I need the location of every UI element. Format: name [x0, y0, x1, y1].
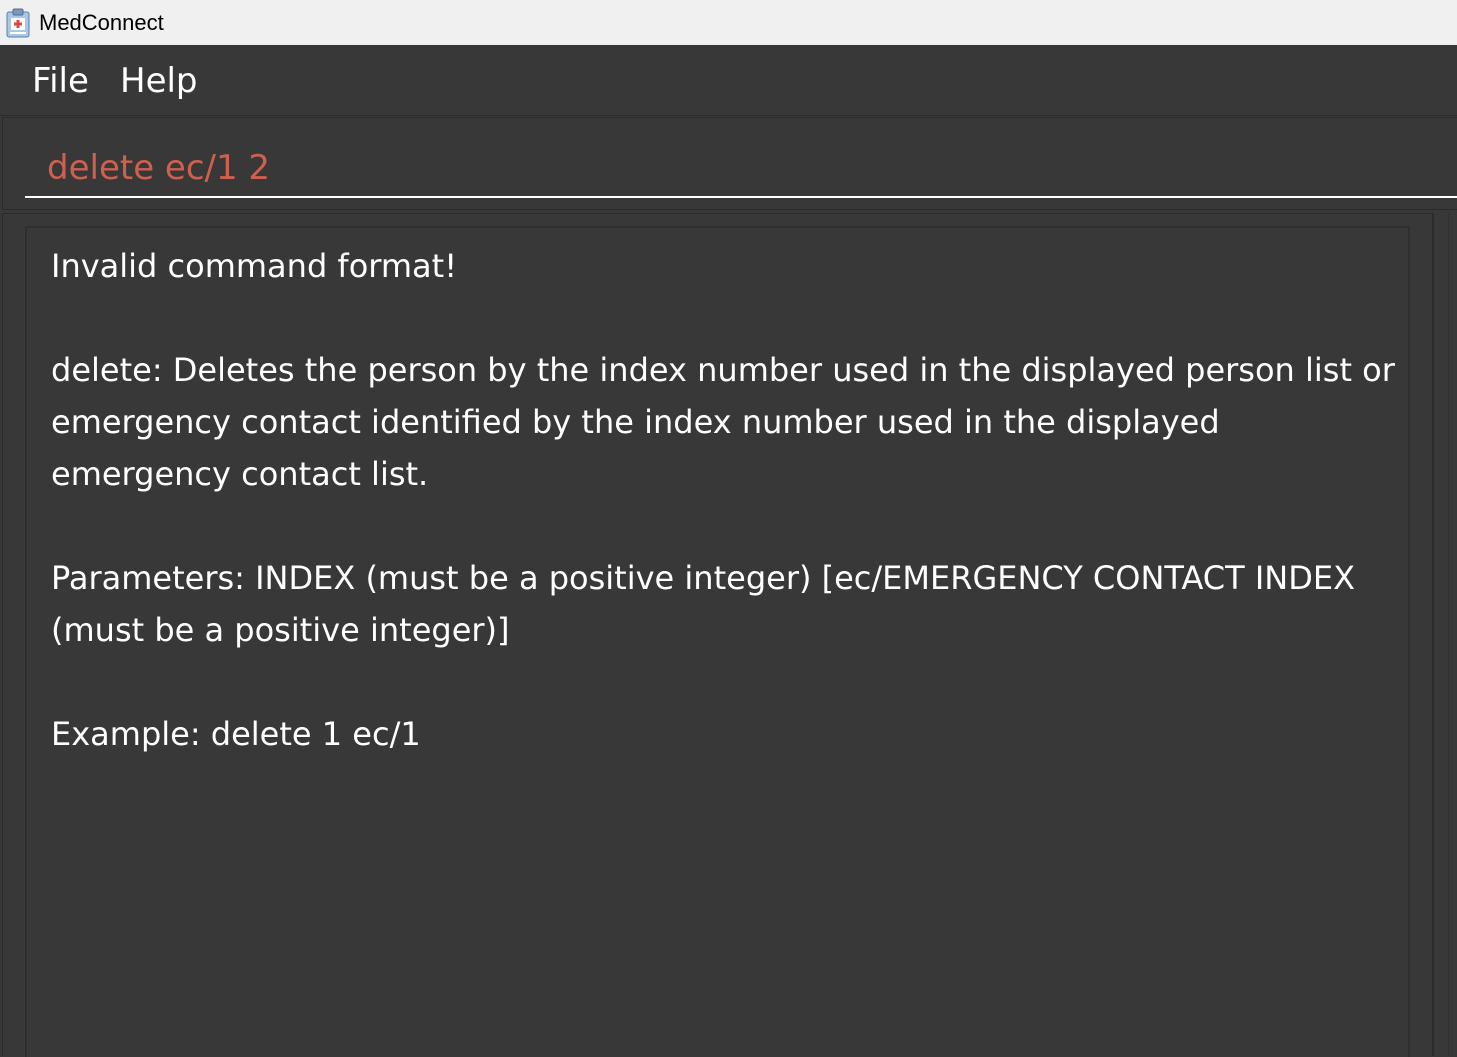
window-title: MedConnect [39, 10, 164, 35]
medical-clipboard-icon [6, 8, 30, 38]
result-display-panel: Invalid command format! delete: Deletes … [2, 213, 1433, 1057]
menu-help[interactable]: Help [120, 61, 198, 101]
side-panel [1433, 213, 1457, 1056]
command-box [2, 117, 1457, 210]
command-input[interactable] [25, 140, 1457, 198]
window-titlebar: MedConnect [0, 0, 1457, 45]
menu-bar: File Help [0, 45, 1457, 116]
result-message: Invalid command format! delete: Deletes … [51, 247, 1395, 753]
result-display[interactable]: Invalid command format! delete: Deletes … [25, 226, 1410, 1057]
menu-file[interactable]: File [32, 61, 89, 101]
side-panel-edge [1448, 213, 1457, 1056]
